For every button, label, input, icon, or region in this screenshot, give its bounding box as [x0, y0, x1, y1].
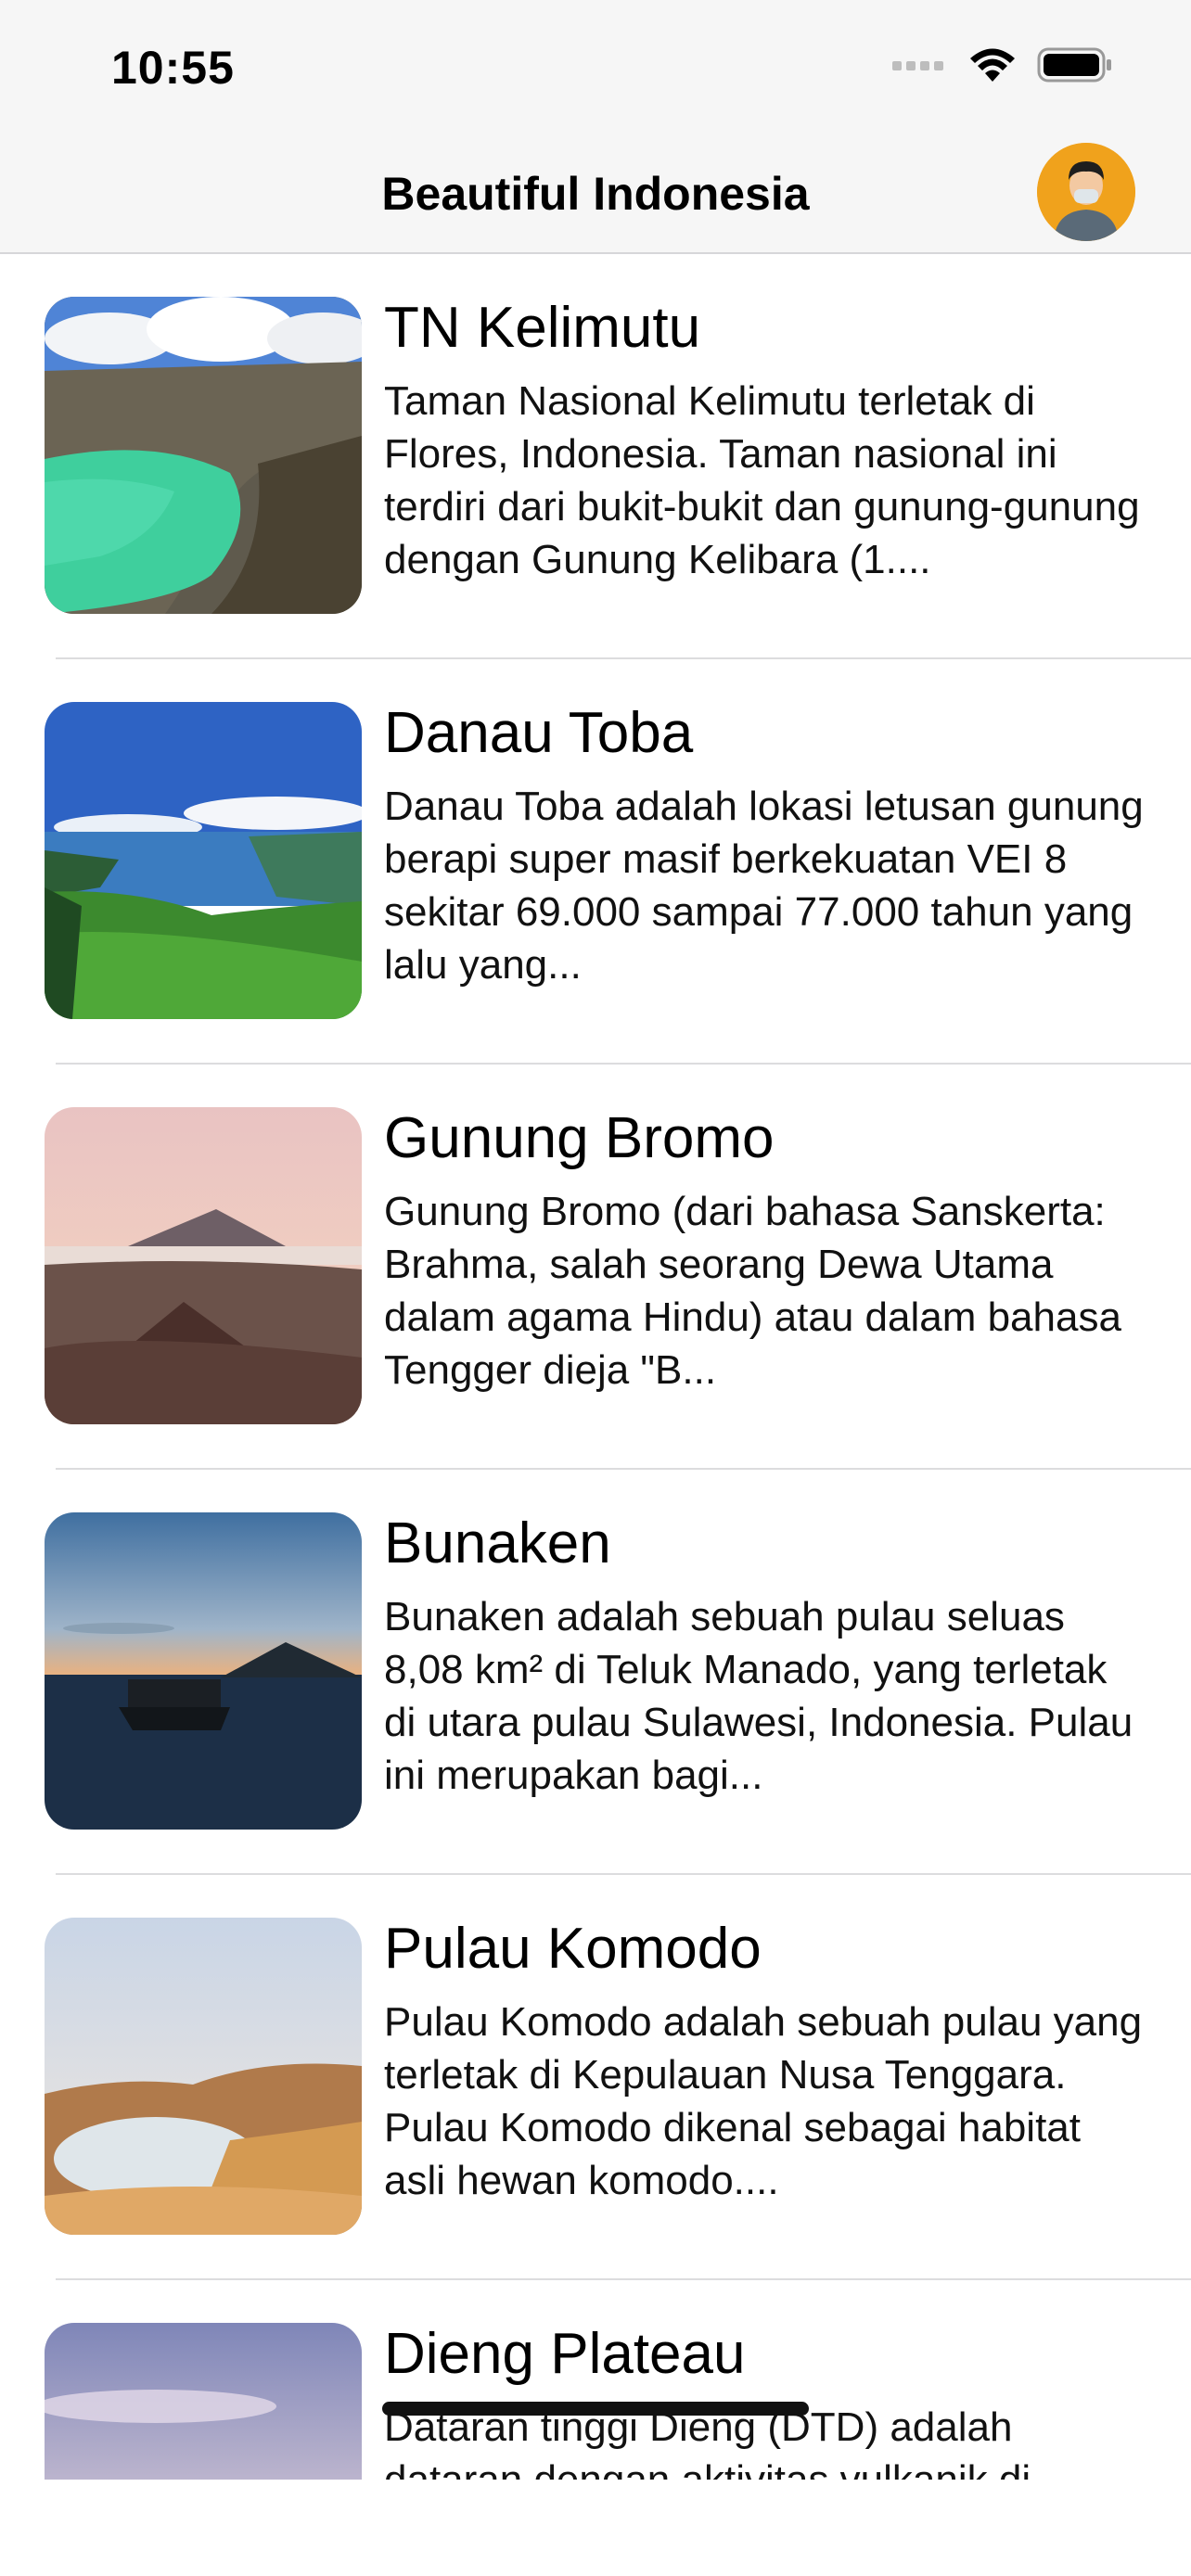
status-icons — [892, 46, 1113, 83]
item-title: Pulau Komodo — [384, 1917, 762, 1981]
list-item[interactable]: Danau Toba Danau Toba adalah lokasi letu… — [0, 659, 1191, 1065]
list-item[interactable]: Dieng Plateau Dataran tinggi Dieng (DTD)… — [0, 2280, 1191, 2480]
bunaken-thumbnail — [45, 1512, 362, 1830]
item-title: Gunung Bromo — [384, 1106, 775, 1170]
list-item[interactable]: Bunaken Bunaken adalah sebuah pulau selu… — [0, 1470, 1191, 1875]
list-item[interactable]: Pulau Komodo Pulau Komodo adalah sebuah … — [0, 1875, 1191, 2280]
item-title: TN Kelimutu — [384, 296, 701, 360]
page-title: Beautiful Indonesia — [381, 168, 810, 220]
item-description: Gunung Bromo (dari bahasa Sanskerta: Bra… — [384, 1189, 1121, 1393]
user-avatar-icon — [1037, 143, 1135, 241]
item-title: Dieng Plateau — [384, 2322, 746, 2386]
item-description: Danau Toba adalah lokasi letusan gunung … — [384, 784, 1144, 988]
destination-list[interactable]: TN Kelimutu Taman Nasional Kelimutu terl… — [0, 254, 1191, 2480]
kelimutu-thumbnail — [45, 297, 362, 614]
cellular-signal-icon — [892, 61, 943, 70]
navigation-bar: Beautiful Indonesia — [0, 139, 1191, 254]
status-time: 10:55 — [111, 42, 235, 94]
item-description: Bunaken adalah sebuah pulau seluas 8,08 … — [384, 1594, 1133, 1798]
toba-thumbnail — [45, 702, 362, 1019]
dieng-thumbnail — [45, 2323, 362, 2480]
bromo-thumbnail — [45, 1107, 362, 1424]
list-item[interactable]: Gunung Bromo Gunung Bromo (dari bahasa S… — [0, 1065, 1191, 1470]
status-bar: 10:55 — [0, 0, 1191, 139]
item-title: Bunaken — [384, 1511, 611, 1575]
item-title: Danau Toba — [384, 701, 694, 765]
item-description: Taman Nasional Kelimutu terletak di Flor… — [384, 378, 1140, 582]
item-description: Pulau Komodo adalah sebuah pulau yang te… — [384, 1999, 1143, 2203]
list-item[interactable]: TN Kelimutu Taman Nasional Kelimutu terl… — [0, 254, 1191, 659]
komodo-thumbnail — [45, 1918, 362, 2235]
profile-avatar-button[interactable] — [1037, 143, 1135, 241]
battery-icon — [1037, 47, 1111, 83]
wifi-icon — [970, 48, 1015, 82]
home-indicator[interactable] — [382, 2402, 809, 2416]
